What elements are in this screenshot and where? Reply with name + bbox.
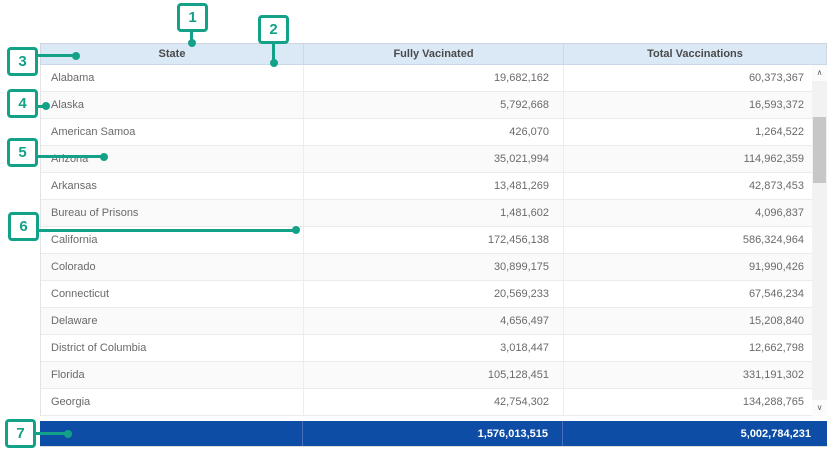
callout-1-badge: 1 — [177, 3, 208, 32]
fully-vaccinated-cell: 426,070 — [303, 119, 563, 145]
totals-fully-vaccinated-value: 1,576,013,515 — [302, 421, 562, 446]
callout-4-badge: 4 — [7, 89, 38, 118]
totals-row-state-cell — [40, 421, 302, 446]
callout-6-dot — [292, 226, 300, 234]
table-row[interactable]: District of Columbia3,018,44712,662,798 — [41, 335, 826, 362]
totals-row: 1,576,013,515 5,002,784,231 — [40, 421, 827, 447]
callout-7-connector — [34, 432, 67, 435]
callout-4-dot — [42, 102, 50, 110]
callout-7-dot — [64, 430, 72, 438]
scroll-down-arrow-icon[interactable]: ∨ — [812, 400, 827, 416]
table-row[interactable]: Delaware4,656,49715,208,840 — [41, 308, 826, 335]
total-vaccinations-cell: 1,264,522 — [563, 119, 826, 145]
state-cell: Arizona — [41, 146, 303, 172]
state-cell: Alabama — [41, 65, 303, 91]
fully-vaccinated-cell: 4,656,497 — [303, 308, 563, 334]
fully-vaccinated-cell: 3,018,447 — [303, 335, 563, 361]
total-vaccinations-cell: 114,962,359 — [563, 146, 826, 172]
total-vaccinations-cell: 60,373,367 — [563, 65, 826, 91]
totals-total-vaccinations-value: 5,002,784,231 — [562, 421, 827, 446]
state-cell: American Samoa — [41, 119, 303, 145]
column-header-state[interactable]: State — [41, 44, 303, 64]
state-cell: Arkansas — [41, 173, 303, 199]
vertical-scrollbar[interactable]: ∧ ∨ — [812, 65, 827, 416]
state-cell: Connecticut — [41, 281, 303, 307]
callout-3-badge: 3 — [7, 47, 38, 76]
table-row[interactable]: Alaska5,792,66816,593,372 — [41, 92, 826, 119]
state-cell: Colorado — [41, 254, 303, 280]
callout-7-badge: 7 — [5, 419, 36, 448]
total-vaccinations-cell: 12,662,798 — [563, 335, 826, 361]
column-header-fully-vaccinated[interactable]: Fully Vacinated — [303, 44, 563, 64]
table-row[interactable]: Colorado30,899,17591,990,426 — [41, 254, 826, 281]
fully-vaccinated-cell: 42,754,302 — [303, 389, 563, 415]
callout-6-badge: 6 — [8, 212, 39, 241]
callout-3-connector — [36, 54, 76, 57]
table-body: Alabama19,682,16260,373,367Alaska5,792,6… — [40, 65, 827, 416]
state-cell: Bureau of Prisons — [41, 200, 303, 226]
state-cell: Alaska — [41, 92, 303, 118]
fully-vaccinated-cell: 105,128,451 — [303, 362, 563, 388]
annotated-vaccination-table-screenshot: State Fully Vacinated Total Vaccinations… — [0, 0, 833, 453]
state-cell: Florida — [41, 362, 303, 388]
fully-vaccinated-cell: 20,569,233 — [303, 281, 563, 307]
callout-3-dot — [72, 52, 80, 60]
callout-1-dot — [188, 39, 196, 47]
total-vaccinations-cell: 4,096,837 — [563, 200, 826, 226]
scrollbar-thumb[interactable] — [813, 117, 826, 183]
fully-vaccinated-cell: 5,792,668 — [303, 92, 563, 118]
table-row[interactable]: Florida105,128,451331,191,302 — [41, 362, 826, 389]
column-header-total-vaccinations[interactable]: Total Vaccinations — [563, 44, 826, 64]
scroll-up-arrow-icon[interactable]: ∧ — [812, 65, 827, 81]
fully-vaccinated-cell: 1,481,602 — [303, 200, 563, 226]
callout-5-badge: 5 — [7, 138, 38, 167]
total-vaccinations-cell: 586,324,964 — [563, 227, 826, 253]
fully-vaccinated-cell: 35,021,994 — [303, 146, 563, 172]
fully-vaccinated-cell: 172,456,138 — [303, 227, 563, 253]
table-header-row: State Fully Vacinated Total Vaccinations — [40, 43, 827, 65]
total-vaccinations-cell: 134,288,765 — [563, 389, 826, 415]
total-vaccinations-cell: 91,990,426 — [563, 254, 826, 280]
callout-5-dot — [100, 153, 108, 161]
table-row[interactable]: Arizona35,021,994114,962,359 — [41, 146, 826, 173]
fully-vaccinated-cell: 13,481,269 — [303, 173, 563, 199]
callout-2-dot — [270, 59, 278, 67]
total-vaccinations-cell: 15,208,840 — [563, 308, 826, 334]
table-row[interactable]: Connecticut20,569,23367,546,234 — [41, 281, 826, 308]
table-row[interactable]: American Samoa426,0701,264,522 — [41, 119, 826, 146]
fully-vaccinated-cell: 19,682,162 — [303, 65, 563, 91]
callout-2-badge: 2 — [258, 15, 289, 44]
state-cell: Delaware — [41, 308, 303, 334]
state-cell: Georgia — [41, 389, 303, 415]
total-vaccinations-cell: 16,593,372 — [563, 92, 826, 118]
table-row[interactable]: Alabama19,682,16260,373,367 — [41, 65, 826, 92]
state-cell: District of Columbia — [41, 335, 303, 361]
table-row[interactable]: Bureau of Prisons1,481,6024,096,837 — [41, 200, 826, 227]
callout-6-connector — [37, 229, 294, 232]
table-row[interactable]: Arkansas13,481,26942,873,453 — [41, 173, 826, 200]
table-row[interactable]: Georgia42,754,302134,288,765 — [41, 389, 826, 416]
total-vaccinations-cell: 42,873,453 — [563, 173, 826, 199]
total-vaccinations-cell: 67,546,234 — [563, 281, 826, 307]
fully-vaccinated-cell: 30,899,175 — [303, 254, 563, 280]
callout-5-connector — [36, 155, 102, 158]
total-vaccinations-cell: 331,191,302 — [563, 362, 826, 388]
